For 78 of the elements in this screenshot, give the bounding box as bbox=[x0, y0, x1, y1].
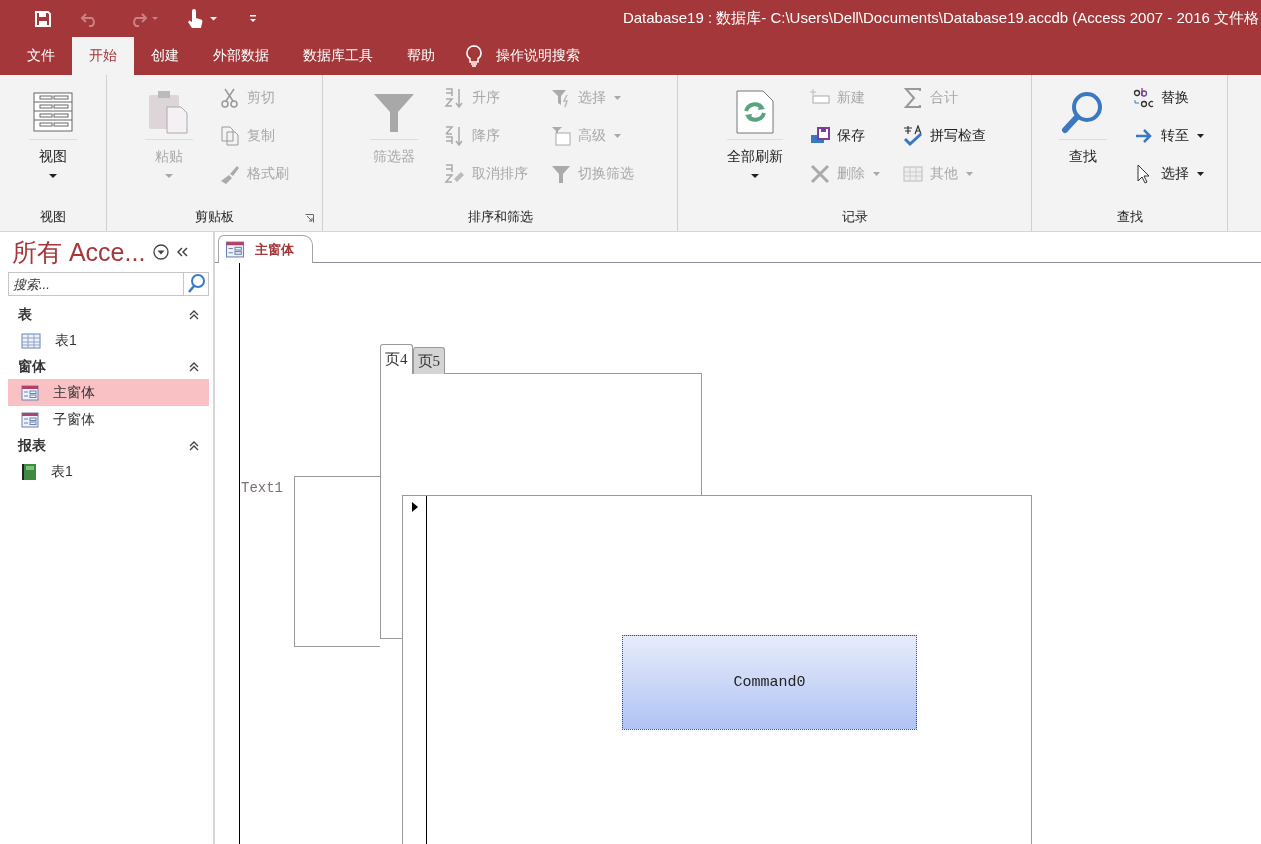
caret-icon bbox=[1197, 172, 1204, 176]
nav-item[interactable]: 主窗体 bbox=[8, 379, 209, 406]
group-label: 记录 bbox=[841, 208, 868, 226]
form-icon bbox=[21, 384, 39, 401]
nav-item[interactable]: 子窗体 bbox=[8, 406, 209, 433]
table-icon bbox=[21, 332, 41, 349]
dropdown-circle-icon[interactable] bbox=[153, 244, 170, 260]
collapse-chevron-icon bbox=[189, 440, 199, 451]
tell-me-search[interactable]: 操作说明搜索 bbox=[496, 37, 580, 75]
caret-icon bbox=[164, 174, 173, 178]
sort-descending-icon bbox=[444, 125, 466, 147]
ribbon-tab[interactable]: 创建 bbox=[134, 37, 196, 75]
sigma-icon bbox=[902, 87, 924, 109]
caret-icon bbox=[49, 174, 57, 178]
navigation-pane-title[interactable]: 所有 Acce... bbox=[12, 235, 146, 269]
group-label: 视图 bbox=[40, 208, 66, 226]
nav-item[interactable]: 表1 bbox=[8, 327, 209, 354]
collapse-icon[interactable] bbox=[177, 247, 190, 257]
collapse-chevron-icon bbox=[189, 309, 199, 320]
ribbon-tab[interactable]: 文件 bbox=[10, 37, 72, 75]
dialog-launcher-icon[interactable] bbox=[305, 214, 314, 223]
text-box[interactable] bbox=[294, 476, 380, 647]
tab-page-tab[interactable]: 页5 bbox=[412, 347, 445, 374]
refresh-document-icon bbox=[735, 89, 775, 135]
text-label[interactable]: Text1 bbox=[241, 480, 283, 496]
nav-group-header[interactable]: 报表 bbox=[8, 433, 209, 458]
window-title: Database19 : 数据库- C:\Users\Dell\Documents\Database19.accdb (Access 2007 - 2016 文件格 bbox=[622, 9, 1260, 28]
nav-group-header[interactable]: 表 bbox=[8, 302, 209, 327]
group-label: 排序和筛选 bbox=[467, 208, 533, 226]
document-tab[interactable]: 主窗体 bbox=[218, 235, 313, 263]
ribbon-tab[interactable]: 帮助 bbox=[390, 37, 452, 75]
caret-icon bbox=[1197, 134, 1204, 138]
x-icon bbox=[809, 163, 831, 185]
table-grid-icon bbox=[902, 163, 924, 185]
ribbon-large-button[interactable]: 查找 bbox=[1051, 81, 1115, 170]
record-pointer-icon bbox=[411, 502, 418, 512]
spell-check-icon bbox=[902, 125, 924, 147]
report-icon bbox=[21, 462, 37, 481]
sort-ascending-icon bbox=[444, 87, 466, 109]
tab-page-tab[interactable]: 页4 bbox=[380, 344, 413, 374]
ribbon-button[interactable]: 保存 bbox=[809, 119, 884, 153]
command-button[interactable]: Command0 bbox=[622, 635, 917, 730]
form-icon bbox=[225, 241, 245, 258]
filter-form-icon bbox=[550, 125, 572, 147]
scissors-icon bbox=[218, 87, 241, 109]
ribbon-button[interactable]: 选择 bbox=[1133, 157, 1208, 191]
customize-caret-icon[interactable] bbox=[248, 13, 258, 24]
group-label: 剪贴板 bbox=[195, 208, 234, 226]
nav-group-header[interactable]: 窗体 bbox=[8, 354, 209, 379]
save-icon[interactable] bbox=[34, 9, 52, 28]
collapse-chevron-icon bbox=[189, 361, 199, 372]
form-layout-icon bbox=[32, 91, 74, 133]
clipboard-icon bbox=[146, 89, 191, 135]
search-field[interactable]: 搜索... bbox=[8, 272, 184, 296]
ribbon-button[interactable]: 拼写检查 bbox=[902, 119, 990, 153]
lightbulb-icon bbox=[466, 45, 482, 67]
ribbon-large-button[interactable]: 视图 bbox=[21, 81, 85, 182]
group-label: 查找 bbox=[1116, 208, 1143, 226]
ribbon-tab[interactable]: 数据库工具 bbox=[286, 37, 390, 75]
copy-icon bbox=[218, 125, 241, 147]
replace-icon bbox=[1133, 87, 1155, 109]
caret-icon bbox=[614, 134, 621, 138]
nav-item[interactable]: 表1 bbox=[8, 458, 209, 485]
caret-icon bbox=[873, 172, 880, 176]
ribbon-large-button[interactable]: 全部刷新 bbox=[719, 81, 791, 182]
ribbon-button[interactable]: 转至 bbox=[1133, 119, 1208, 153]
clear-sort-icon bbox=[444, 163, 466, 185]
ribbon-tab[interactable]: 外部数据 bbox=[196, 37, 286, 75]
ribbon-tab[interactable]: 开始 bbox=[72, 37, 134, 75]
caret-icon bbox=[751, 174, 759, 178]
form-icon bbox=[21, 411, 39, 428]
ribbon-button[interactable]: 替换 bbox=[1133, 81, 1208, 115]
caret-icon bbox=[966, 172, 973, 176]
caret-icon bbox=[614, 96, 621, 100]
touch-mode-icon[interactable] bbox=[186, 8, 220, 29]
funnel-icon bbox=[550, 163, 572, 185]
search-icon[interactable] bbox=[184, 272, 209, 296]
search-icon bbox=[1061, 90, 1105, 134]
